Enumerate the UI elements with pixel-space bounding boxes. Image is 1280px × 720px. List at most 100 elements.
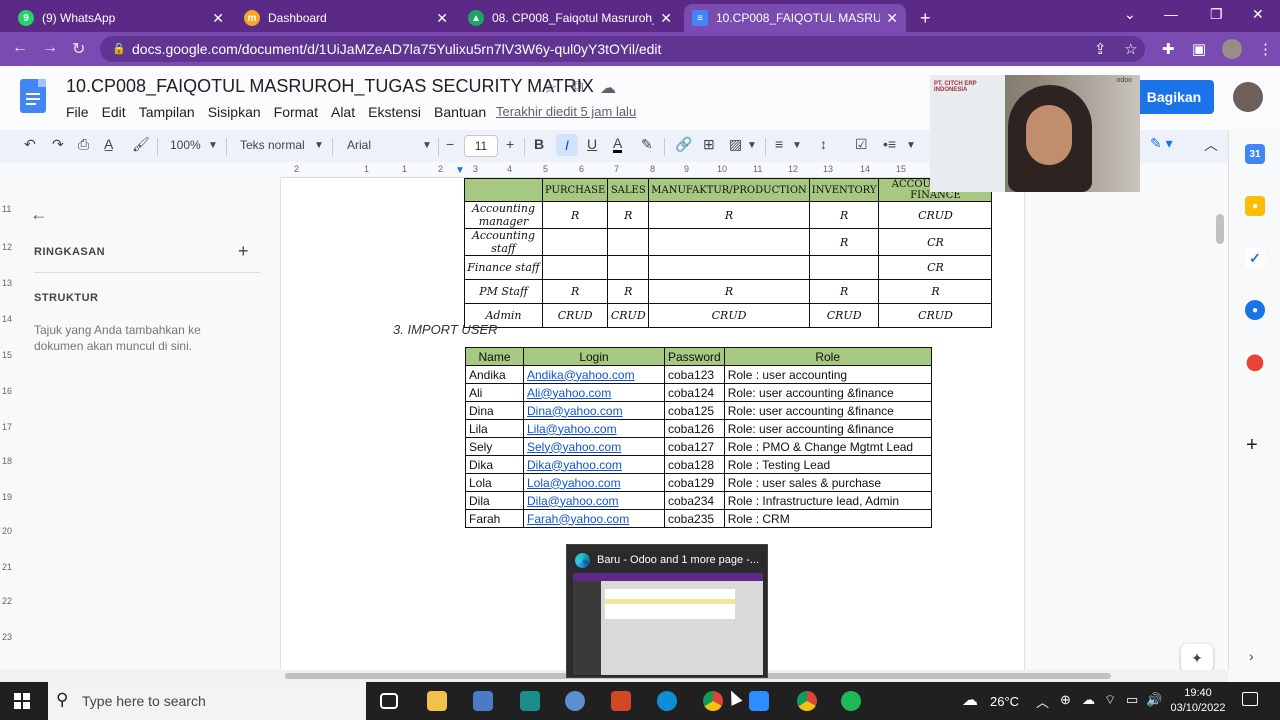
menu-insert[interactable]: Sisipkan (208, 104, 261, 120)
calendar-icon[interactable]: 31 (1245, 144, 1265, 164)
minimize-icon[interactable]: — (1164, 6, 1178, 22)
tab-drive-document[interactable]: ▲ 08. CP008_Faiqotul Masruroh_Ur ✕ (460, 4, 680, 32)
menu-extensions[interactable]: Ekstensi (368, 104, 421, 120)
menu-help[interactable]: Bantuan (434, 104, 486, 120)
battery-icon[interactable]: ▭ (1126, 692, 1138, 708)
close-outline-arrow-icon[interactable]: ← (30, 204, 48, 225)
login-link[interactable]: Dika@yahoo.com (523, 455, 665, 474)
app-icon[interactable] (565, 691, 585, 711)
star-icon[interactable]: ☆ (543, 78, 557, 98)
tab-dashboard[interactable]: m Dashboard ✕ (236, 4, 456, 32)
expand-panel-icon[interactable]: › (1249, 648, 1254, 664)
keep-icon[interactable]: ● (1245, 196, 1265, 216)
explore-button[interactable]: ✦ (1181, 644, 1213, 672)
underline-icon[interactable]: U (587, 136, 597, 152)
undo-icon[interactable]: ↶ (24, 136, 36, 153)
weather-cloud-icon[interactable]: ☁ (962, 690, 978, 710)
account-avatar[interactable] (1233, 82, 1263, 112)
windows-start-icon[interactable] (14, 693, 30, 709)
show-hidden-icons[interactable]: ︿ (1036, 692, 1049, 711)
maximize-icon[interactable]: ❐ (1210, 6, 1223, 23)
forward-icon[interactable]: → (42, 39, 58, 57)
last-edit-link[interactable]: Terakhir diedit 5 jam lalu (496, 104, 636, 119)
task-view-icon[interactable] (380, 693, 398, 709)
tab-google-doc-active[interactable]: ≡ 10.CP008_FAIQOTUL MASRUROH ✕ (684, 4, 906, 32)
profile-avatar[interactable] (1222, 39, 1242, 59)
image-dropdown-icon[interactable]: ▼ (747, 140, 757, 151)
chrome-icon[interactable] (703, 691, 723, 711)
edge-icon[interactable] (657, 691, 677, 711)
browser-menu-icon[interactable]: ⋮ (1258, 40, 1273, 58)
highlight-color-icon[interactable]: ✎ (641, 136, 653, 153)
login-link[interactable]: Ali@yahoo.com (523, 383, 665, 402)
font-select[interactable]: Arial (347, 138, 371, 152)
document-title[interactable]: 10.CP008_FAIQOTUL MASRUROH_TUGAS SECURIT… (66, 76, 594, 97)
temperature[interactable]: 26°C (990, 694, 1019, 709)
back-icon[interactable]: ← (12, 39, 28, 57)
align-dropdown-icon[interactable]: ▼ (792, 140, 802, 151)
app-icon[interactable] (520, 691, 540, 711)
office-icon[interactable] (611, 691, 631, 711)
align-icon[interactable]: ≡ (775, 136, 783, 152)
login-link[interactable]: Dina@yahoo.com (523, 401, 665, 420)
extensions-icon[interactable]: ✚ (1162, 40, 1175, 58)
close-window-icon[interactable]: ✕ (1252, 6, 1264, 23)
increase-font-icon[interactable]: + (506, 136, 514, 152)
add-on-plus-icon[interactable]: + (1246, 434, 1258, 457)
font-dropdown-icon[interactable]: ▼ (422, 140, 432, 151)
decrease-font-icon[interactable]: − (446, 136, 454, 152)
url-input[interactable]: 🔒 docs.google.com/document/d/1UiJaMZeAD7… (100, 36, 1145, 62)
bookmark-star-icon[interactable]: ☆ (1124, 40, 1137, 58)
insert-comment-icon[interactable]: ⊞ (703, 136, 715, 153)
menu-edit[interactable]: Edit (102, 104, 126, 120)
taskbar-clock[interactable]: 19:40 03/10/2022 (1166, 686, 1230, 716)
move-folder-icon[interactable]: ⧉ (572, 78, 583, 96)
indent-marker-icon[interactable]: ▼ (455, 165, 465, 176)
style-dropdown-icon[interactable]: ▼ (314, 140, 324, 151)
bullet-dropdown-icon[interactable]: ▼ (906, 140, 916, 151)
login-link[interactable]: Dila@yahoo.com (523, 491, 665, 510)
italic-icon[interactable]: I (556, 134, 578, 156)
checklist-icon[interactable]: ☑ (855, 136, 868, 153)
file-explorer-icon[interactable] (427, 691, 447, 711)
zoom-dropdown-icon[interactable]: ▼ (208, 140, 218, 151)
app-icon[interactable] (473, 691, 493, 711)
tab-whatsapp[interactable]: 9 (9) WhatsApp ✕ (10, 4, 232, 32)
menu-format[interactable]: Format (274, 104, 318, 120)
bold-icon[interactable]: B (534, 136, 544, 152)
tasks-icon[interactable]: ✓ (1245, 248, 1265, 268)
paint-format-icon[interactable]: 🖌 (132, 136, 150, 153)
meet-icon[interactable]: ⊕ (1060, 692, 1071, 708)
style-select[interactable]: Teks normal (240, 138, 305, 152)
contacts-icon[interactable]: ● (1245, 300, 1265, 320)
taskbar-search-input[interactable]: ⚲ Type here to search (48, 682, 366, 720)
login-link[interactable]: Sely@yahoo.com (523, 437, 665, 456)
reload-icon[interactable]: ↻ (72, 39, 85, 59)
tab-search-chevron-icon[interactable]: ⌄ (1124, 6, 1136, 23)
menu-tools[interactable]: Alat (331, 104, 355, 120)
login-link[interactable]: Andika@yahoo.com (523, 365, 665, 384)
close-tab-icon[interactable]: ✕ (436, 10, 448, 27)
new-tab-button[interactable]: + (912, 4, 940, 32)
menu-view[interactable]: Tampilan (139, 104, 195, 120)
docs-logo-icon[interactable] (20, 79, 46, 113)
close-tab-icon[interactable]: ✕ (212, 10, 224, 27)
chrome-profile-icon[interactable] (797, 691, 817, 711)
line-spacing-icon[interactable]: ↕ (820, 136, 827, 152)
login-link[interactable]: Lola@yahoo.com (523, 473, 665, 492)
share-page-icon[interactable]: ⇪ (1094, 40, 1107, 58)
edit-mode-icon[interactable]: ✎ ▾ (1150, 135, 1173, 152)
vertical-scrollbar[interactable] (1216, 214, 1224, 244)
maps-icon[interactable]: ⬤ (1245, 352, 1265, 372)
zoom-select[interactable]: 100% (170, 138, 201, 152)
font-size-input[interactable]: 11 (464, 135, 498, 157)
side-panel-icon[interactable]: ▣ (1192, 40, 1206, 58)
insert-image-icon[interactable]: ▨ (729, 136, 742, 153)
print-icon[interactable]: ⎙ (78, 136, 89, 153)
volume-icon[interactable]: 🔊 (1146, 692, 1162, 708)
zoom-icon[interactable] (749, 691, 769, 711)
notification-icon[interactable] (1242, 692, 1258, 706)
add-summary-icon[interactable]: + (238, 241, 249, 262)
spotify-icon[interactable] (841, 691, 861, 711)
bullet-list-icon[interactable]: •≡ (883, 136, 896, 152)
